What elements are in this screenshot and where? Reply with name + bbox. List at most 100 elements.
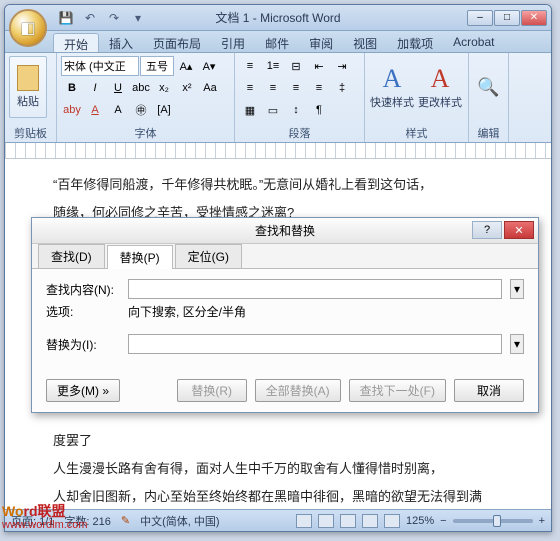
paste-button[interactable]: 粘贴 <box>9 56 47 118</box>
align-center-button[interactable]: ≡ <box>262 78 284 98</box>
more-button[interactable]: 更多(M) » <box>46 379 120 402</box>
shrink-font-icon[interactable]: A▾ <box>198 56 220 76</box>
zoom-slider[interactable] <box>453 519 533 523</box>
qat-dropdown-icon[interactable]: ▾ <box>129 9 147 27</box>
line-spacing-button[interactable]: ‡ <box>331 78 353 98</box>
dialog-tab-replace[interactable]: 替换(P) <box>107 245 173 269</box>
change-styles-button[interactable]: A更改样式 <box>417 56 463 118</box>
tab-insert[interactable]: 插入 <box>99 33 143 52</box>
dialog-title: 查找和替换 <box>255 222 315 239</box>
dialog-tab-goto[interactable]: 定位(G) <box>175 244 242 268</box>
dialog-titlebar[interactable]: 查找和替换 ? ✕ <box>32 218 538 244</box>
shading-button[interactable]: ▦ <box>239 100 261 120</box>
find-next-button[interactable]: 查找下一处(F) <box>349 379 446 402</box>
font-color-button[interactable]: A <box>84 100 106 120</box>
window-title: 文档 1 - Microsoft Word <box>215 9 340 26</box>
align-left-button[interactable]: ≡ <box>239 78 261 98</box>
group-font: A▴ A▾ B I U abc x₂ x² Aa aby A A ㊥ <box>57 53 235 142</box>
tab-references[interactable]: 引用 <box>211 33 255 52</box>
subscript-button[interactable]: x₂ <box>153 78 175 98</box>
doc-paragraph: 度罢了 <box>27 429 529 453</box>
dialog-tab-find[interactable]: 查找(D) <box>38 244 105 268</box>
zoom-out-button[interactable]: − <box>440 515 446 527</box>
strikethrough-button[interactable]: abc <box>130 78 152 98</box>
ribbon: 粘贴 剪贴板 A▴ A▾ B I U abc x₂ x² Aa <box>5 53 551 143</box>
clear-format-icon[interactable]: Aa <box>199 78 221 98</box>
maximize-button[interactable]: □ <box>494 10 520 26</box>
justify-button[interactable]: ≡ <box>308 78 330 98</box>
group-label-font: 字体 <box>61 124 230 142</box>
enclose-char-button[interactable]: ㊥ <box>130 100 152 120</box>
office-button[interactable]: ◧ <box>9 9 47 47</box>
group-label-styles: 样式 <box>369 124 464 142</box>
replace-button[interactable]: 替换(R) <box>177 379 247 402</box>
indent-inc-button[interactable]: ⇥ <box>331 56 353 76</box>
quick-styles-button[interactable]: A快速样式 <box>369 56 415 118</box>
dialog-body: 查找内容(N): ▾ 选项: 向下搜索, 区分全/半角 替换为(I): ▾ 更多… <box>32 268 538 412</box>
replace-dropdown-icon[interactable]: ▾ <box>510 334 524 354</box>
tab-mailings[interactable]: 邮件 <box>255 33 299 52</box>
save-icon[interactable]: 💾 <box>57 9 75 27</box>
redo-icon[interactable]: ↷ <box>105 9 123 27</box>
watermark-brand2: rd联盟 <box>24 503 66 519</box>
tab-pagelayout[interactable]: 页面布局 <box>143 33 211 52</box>
dialog-help-button[interactable]: ? <box>472 221 502 239</box>
borders-button[interactable]: ▭ <box>262 100 284 120</box>
sort-button[interactable]: ↕ <box>285 100 307 120</box>
tab-addins[interactable]: 加载项 <box>387 33 443 52</box>
minimize-button[interactable]: – <box>467 10 493 26</box>
font-name-select[interactable] <box>61 56 139 76</box>
superscript-button[interactable]: x² <box>176 78 198 98</box>
watermark-url: www.wordlm.com <box>2 519 88 531</box>
view-print-layout-button[interactable] <box>296 514 312 528</box>
numbering-button[interactable]: 1≡ <box>262 56 284 76</box>
grow-font-icon[interactable]: A▴ <box>175 56 197 76</box>
find-what-input[interactable] <box>128 279 502 299</box>
close-button[interactable]: ✕ <box>521 10 547 26</box>
show-marks-button[interactable]: ¶ <box>308 100 330 120</box>
status-language[interactable]: 中文(简体, 中国) <box>140 513 219 529</box>
italic-button[interactable]: I <box>84 78 106 98</box>
char-shading-button[interactable]: A <box>107 100 129 120</box>
tab-view[interactable]: 视图 <box>343 33 387 52</box>
indent-dec-button[interactable]: ⇤ <box>308 56 330 76</box>
multilevel-button[interactable]: ⊟ <box>285 56 307 76</box>
replace-with-label: 替换为(I): <box>46 336 120 353</box>
view-outline-button[interactable] <box>362 514 378 528</box>
boxed-a-button[interactable]: [A] <box>153 100 175 120</box>
group-styles: A快速样式 A更改样式 样式 <box>365 53 469 142</box>
cancel-button[interactable]: 取消 <box>454 379 524 402</box>
font-size-select[interactable] <box>140 56 174 76</box>
quick-styles-icon: A <box>383 64 402 94</box>
bullets-button[interactable]: ≡ <box>239 56 261 76</box>
spell-check-icon[interactable]: ✎ <box>121 514 130 527</box>
view-draft-button[interactable] <box>384 514 400 528</box>
undo-icon[interactable]: ↶ <box>81 9 99 27</box>
doc-paragraph: 人生漫漫长路有舍有得，面对人生中千万的取舍有人懂得惜时别离， <box>27 457 529 481</box>
dialog-close-button[interactable]: ✕ <box>504 221 534 239</box>
view-web-button[interactable] <box>340 514 356 528</box>
highlight-button[interactable]: aby <box>61 100 83 120</box>
replace-with-input[interactable] <box>128 334 502 354</box>
view-fullscreen-button[interactable] <box>318 514 334 528</box>
tab-review[interactable]: 审阅 <box>299 33 343 52</box>
group-label-paragraph: 段落 <box>239 124 360 142</box>
bold-button[interactable]: B <box>61 78 83 98</box>
group-label-clipboard: 剪贴板 <box>9 124 52 142</box>
zoom-thumb[interactable] <box>493 515 501 527</box>
zoom-level[interactable]: 125% <box>406 515 434 527</box>
editing-button[interactable]: 🔍 <box>473 56 504 118</box>
tab-home[interactable]: 开始 <box>53 33 99 52</box>
find-replace-dialog: 查找和替换 ? ✕ 查找(D) 替换(P) 定位(G) 查找内容(N): ▾ 选… <box>31 217 539 413</box>
watermark-brand1: Wo <box>2 503 24 519</box>
find-dropdown-icon[interactable]: ▾ <box>510 279 524 299</box>
ruler[interactable] <box>5 143 551 159</box>
find-what-label: 查找内容(N): <box>46 281 120 298</box>
zoom-in-button[interactable]: + <box>539 515 545 527</box>
align-right-button[interactable]: ≡ <box>285 78 307 98</box>
tab-acrobat[interactable]: Acrobat <box>443 33 504 52</box>
doc-paragraph: “百年修得同船渡，千年修得共枕眠。”无意间从婚礼上看到这句话， <box>27 173 529 197</box>
replace-all-button[interactable]: 全部替换(A) <box>255 379 341 402</box>
underline-button[interactable]: U <box>107 78 129 98</box>
group-label-editing: 编辑 <box>473 124 504 142</box>
